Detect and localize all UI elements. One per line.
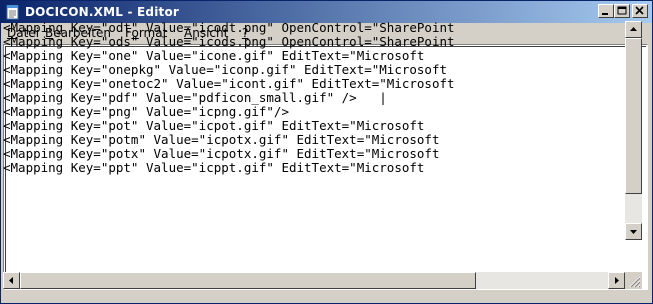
text-line: <Mapping Key="png" Value="icpng.gif"/> xyxy=(3,104,289,119)
text-line: <Mapping Key="odt" Value="icodt.png" Ope… xyxy=(3,21,455,35)
arrow-left-icon xyxy=(9,277,13,284)
notepad-icon xyxy=(6,5,19,20)
scroll-down-button[interactable] xyxy=(625,223,642,240)
window-bottom-border xyxy=(1,291,652,303)
window-title: DOCICON.XML - Editor xyxy=(25,5,180,19)
arrow-up-icon xyxy=(630,27,637,31)
text-line: <Mapping Key="ppt" Value="icppt.gif" Edi… xyxy=(3,160,425,175)
maximize-button[interactable] xyxy=(614,4,630,18)
text-line: <Mapping Key="potx" Value="icpotx.gif" E… xyxy=(3,146,440,161)
notepad-window: DOCICON.XML - Editor Datei Bearbeiten Fo… xyxy=(0,0,653,304)
text-line: <Mapping Key="one" Value="icone.gif" Edi… xyxy=(3,48,425,63)
arrow-right-icon xyxy=(615,277,619,284)
scroll-right-button[interactable] xyxy=(608,272,625,289)
close-icon xyxy=(635,6,644,15)
resize-grip-icon xyxy=(629,276,641,288)
vertical-scrollbar[interactable] xyxy=(625,21,642,240)
text-line: <Mapping Key="pdf" Value="pdficon_small.… xyxy=(3,90,387,105)
text-line: <Mapping Key="onepkg" Value="iconp.gif" … xyxy=(3,62,448,77)
scroll-left-button[interactable] xyxy=(3,272,20,289)
vertical-scroll-thumb[interactable] xyxy=(625,38,642,194)
arrow-down-icon xyxy=(630,230,637,234)
scroll-up-button[interactable] xyxy=(625,21,642,38)
minimize-icon xyxy=(602,13,608,15)
close-button[interactable] xyxy=(632,4,648,18)
horizontal-scroll-thumb[interactable] xyxy=(20,272,476,289)
text-line: <Mapping Key="pot" Value="icpot.gif" Edi… xyxy=(3,118,425,133)
horizontal-scrollbar[interactable] xyxy=(3,272,625,289)
text-editor[interactable]: <Mapping Key="odt" Value="icodt.png" Ope… xyxy=(3,21,625,225)
text-line: <Mapping Key="potm" Value="icpotx.gif" E… xyxy=(3,132,440,147)
text-line: <Mapping Key="onetoc2" Value="icont.gif"… xyxy=(3,76,455,91)
size-grip[interactable] xyxy=(625,272,642,289)
maximize-icon xyxy=(617,6,627,15)
text-line: <Mapping Key="ods" Value="icods.png" Ope… xyxy=(3,34,455,49)
title-bar[interactable]: DOCICON.XML - Editor xyxy=(1,1,652,23)
minimize-button[interactable] xyxy=(598,4,614,18)
